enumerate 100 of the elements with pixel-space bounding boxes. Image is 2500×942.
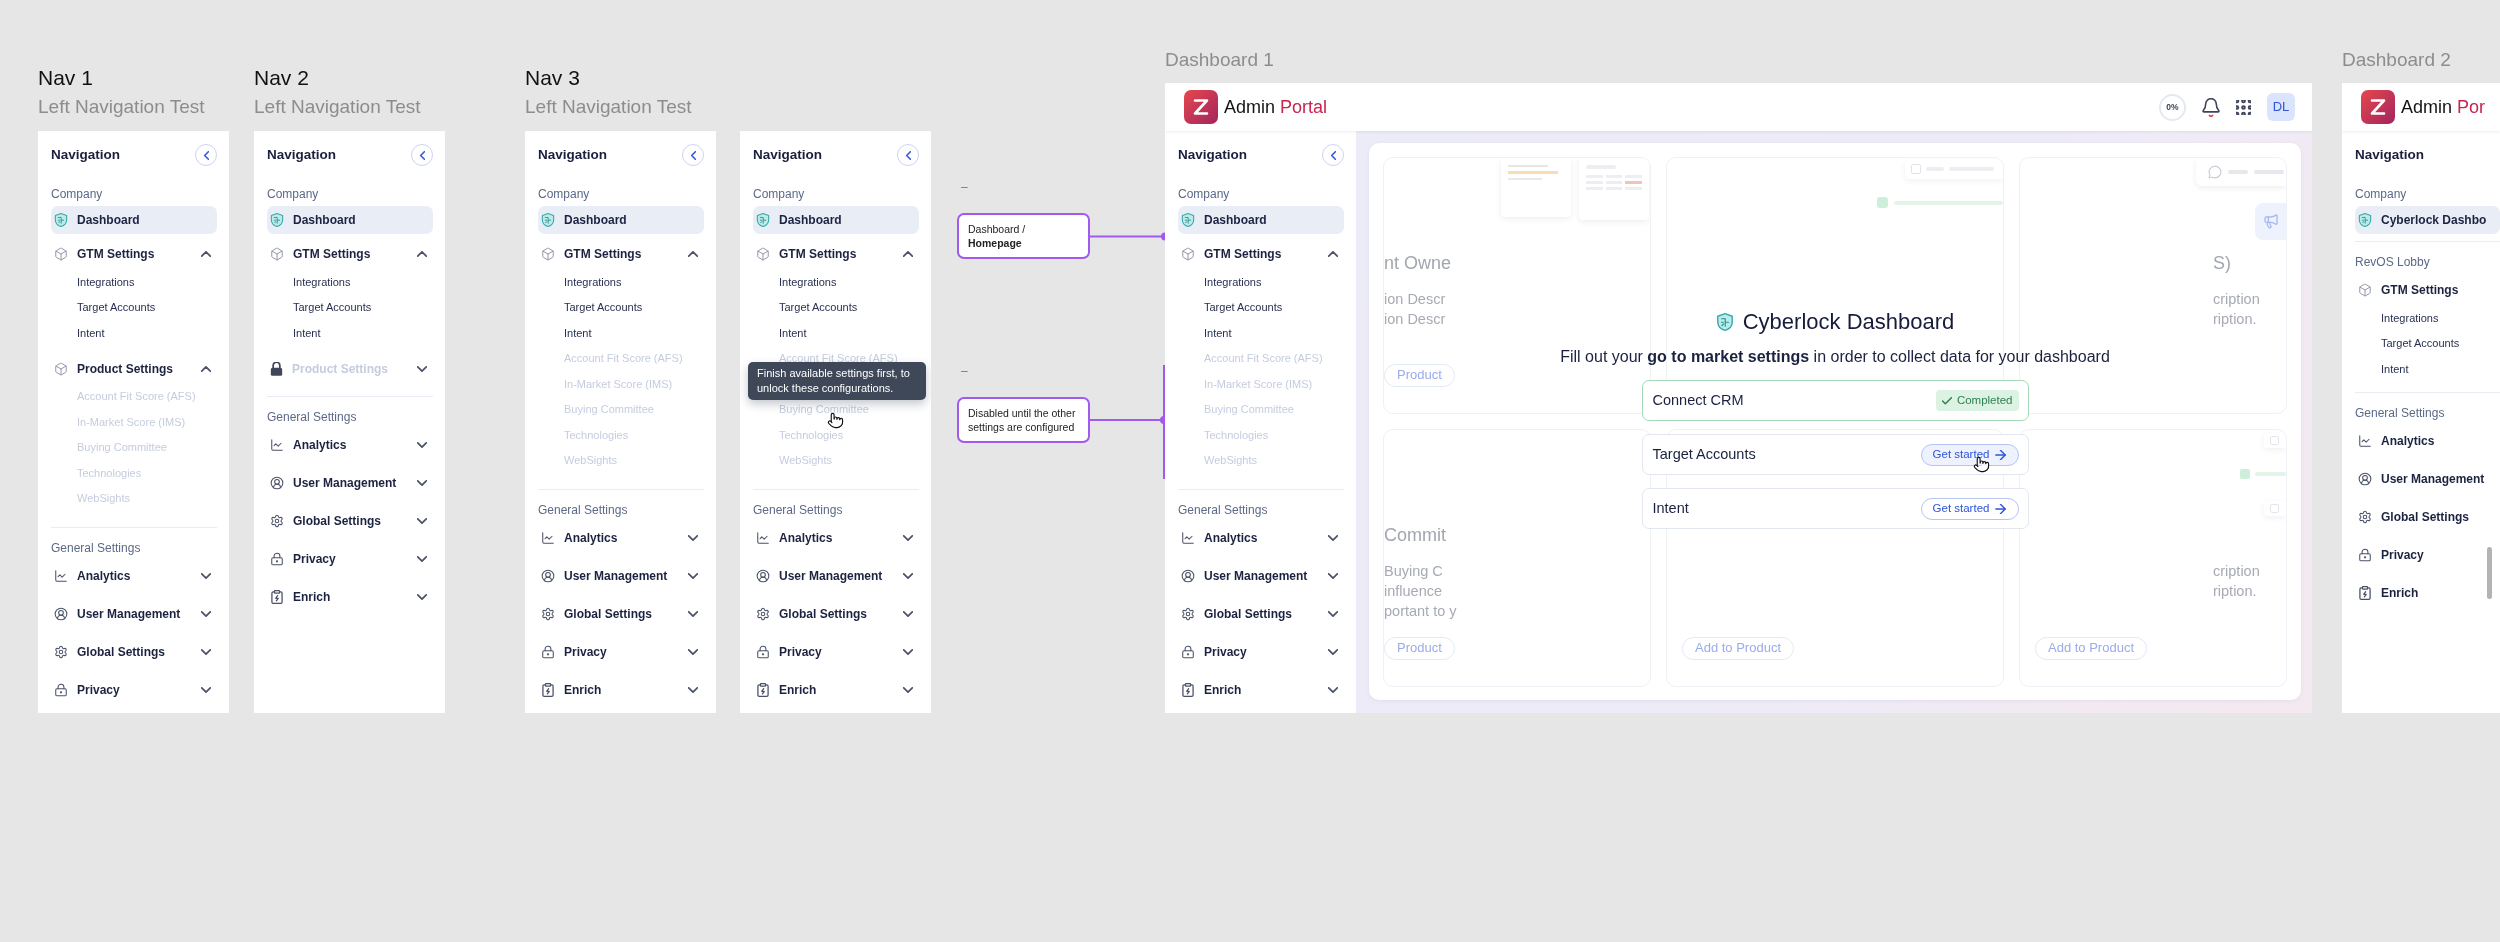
line-chart-icon (270, 437, 284, 452)
clipboard-icon (270, 589, 284, 604)
section-label: General Settings (753, 502, 844, 518)
sub-item[interactable]: Target Accounts (2355, 330, 2500, 356)
card-text: influence (1384, 581, 1443, 601)
lock-icon (756, 645, 770, 659)
nav-item[interactable]: Privacy (2355, 540, 2500, 569)
sub-item[interactable]: Integrations (753, 269, 919, 295)
nav-item[interactable]: User Management (51, 600, 217, 628)
nav-item[interactable]: Global Settings (51, 638, 217, 666)
nav-item[interactable]: Privacy (1178, 638, 1344, 666)
nav-item[interactable]: Dashboard (538, 206, 704, 234)
clipboard-icon (2358, 585, 2372, 600)
nav-item[interactable]: Analytics (267, 430, 433, 459)
cube-icon (1181, 247, 1195, 261)
sub-item[interactable]: Target Accounts (267, 294, 433, 320)
chevron-left-icon (1330, 150, 1336, 160)
sub-item[interactable]: Target Accounts (538, 294, 704, 320)
nav-item[interactable]: Privacy (51, 676, 217, 704)
line-chart-icon (541, 531, 555, 545)
annotation-note: Disabled until the other settings are configured (957, 397, 1090, 443)
progress-badge[interactable]: 0% (2159, 93, 2186, 121)
nav-item[interactable]: Enrich (267, 582, 433, 611)
nav-item[interactable]: Analytics (1178, 524, 1344, 552)
nav-item[interactable]: GTM Settings (1178, 240, 1344, 268)
nav-item[interactable]: Enrich (753, 676, 919, 704)
lock-icon (54, 683, 68, 697)
collapse-button[interactable] (1322, 144, 1344, 166)
lock-icon (270, 361, 283, 376)
nav-item[interactable]: User Management (2355, 464, 2500, 493)
nav-item[interactable]: GTM Settings (267, 240, 433, 268)
nav-item[interactable]: Analytics (753, 524, 919, 552)
sub-item[interactable]: Integrations (538, 269, 704, 295)
sub-item[interactable]: Integrations (51, 269, 217, 295)
nav-item[interactable]: Global Settings (1178, 600, 1344, 628)
nav-item[interactable]: Dashboard (267, 206, 433, 234)
nav-item[interactable]: Analytics (2355, 426, 2500, 455)
sub-item[interactable]: Intent (538, 320, 704, 346)
nav-item[interactable]: User Management (267, 468, 433, 497)
sub-item[interactable]: Target Accounts (51, 294, 217, 320)
sub-item[interactable]: Integrations (1178, 269, 1344, 295)
nav-item[interactable]: Dashboard (51, 206, 217, 234)
section-label: RevOS Lobby (2355, 254, 2431, 270)
nav-item[interactable]: Global Settings (538, 600, 704, 628)
nav-item[interactable]: Global Settings (2355, 502, 2500, 531)
nav-item[interactable]: User Management (1178, 562, 1344, 590)
bell-icon[interactable] (2202, 97, 2220, 117)
nav-item[interactable]: User Management (753, 562, 919, 590)
sub-item[interactable]: Intent (51, 320, 217, 346)
section-label: Company (51, 186, 104, 202)
logo-icon (2361, 90, 2395, 124)
nav-item[interactable]: GTM Settings (753, 240, 919, 268)
nav-item[interactable]: Global Settings (753, 600, 919, 628)
nav-item[interactable]: Analytics (51, 562, 217, 590)
cube-icon (541, 247, 555, 261)
get-started-button[interactable]: Get started (1920, 497, 2019, 520)
sub-item[interactable]: Integrations (2355, 305, 2500, 331)
nav-item[interactable]: Enrich (538, 676, 704, 704)
cube-icon (2358, 283, 2372, 297)
frame-subtitle: Left Navigation Test (254, 95, 422, 119)
sub-item[interactable]: Intent (2355, 356, 2500, 382)
nav-item[interactable]: Analytics (538, 524, 704, 552)
shield-icon (2358, 213, 2372, 227)
nav-item[interactable]: Dashboard (753, 206, 919, 234)
nav-item[interactable]: GTM Settings (538, 240, 704, 268)
cube-icon (270, 247, 284, 261)
collapse-button[interactable] (195, 144, 217, 166)
nav-item[interactable]: Cyberlock Dashbo (2355, 206, 2500, 234)
sub-item[interactable]: Target Accounts (1178, 294, 1344, 320)
nav-item[interactable]: Product Settings (51, 354, 217, 383)
get-started-button[interactable]: Get started (1920, 443, 2019, 466)
nav-item[interactable]: User Management (538, 562, 704, 590)
collapse-button[interactable] (411, 144, 433, 166)
collapse-button[interactable] (897, 144, 919, 166)
cube-icon (54, 361, 68, 376)
megaphone-icon[interactable] (2255, 202, 2286, 240)
status-text: Completed (1956, 392, 2013, 408)
section-label: General Settings (1178, 502, 1269, 518)
apps-grid-icon[interactable] (2236, 99, 2251, 115)
collapse-button[interactable] (682, 144, 704, 166)
sub-item[interactable]: Integrations (267, 269, 433, 295)
nav-item[interactable]: Privacy (267, 544, 433, 573)
dashboard-title: Cyberlock Dashboard (1742, 309, 1955, 335)
sub-item[interactable]: Intent (267, 320, 433, 346)
sub-item[interactable]: Intent (753, 320, 919, 346)
annotation-label: – (960, 179, 968, 195)
nav-item[interactable]: GTM Settings (51, 240, 217, 268)
nav-item[interactable]: Privacy (538, 638, 704, 666)
nav-item[interactable]: Enrich (1178, 676, 1344, 704)
nav-item[interactable]: GTM Settings (2355, 276, 2500, 304)
sub-item[interactable]: Intent (1178, 320, 1344, 346)
nav-item[interactable]: Global Settings (267, 506, 433, 535)
scrollbar-thumb[interactable] (2487, 547, 2492, 599)
user-avatar[interactable]: DL (2267, 93, 2295, 121)
nav-item[interactable]: Dashboard (1178, 206, 1344, 234)
sub-item[interactable]: Target Accounts (753, 294, 919, 320)
annotation-note: Dashboard / Homepage (957, 213, 1090, 259)
panel-title: Navigation (753, 146, 822, 164)
nav-item[interactable]: Privacy (753, 638, 919, 666)
nav-item[interactable]: Enrich (2355, 578, 2500, 607)
